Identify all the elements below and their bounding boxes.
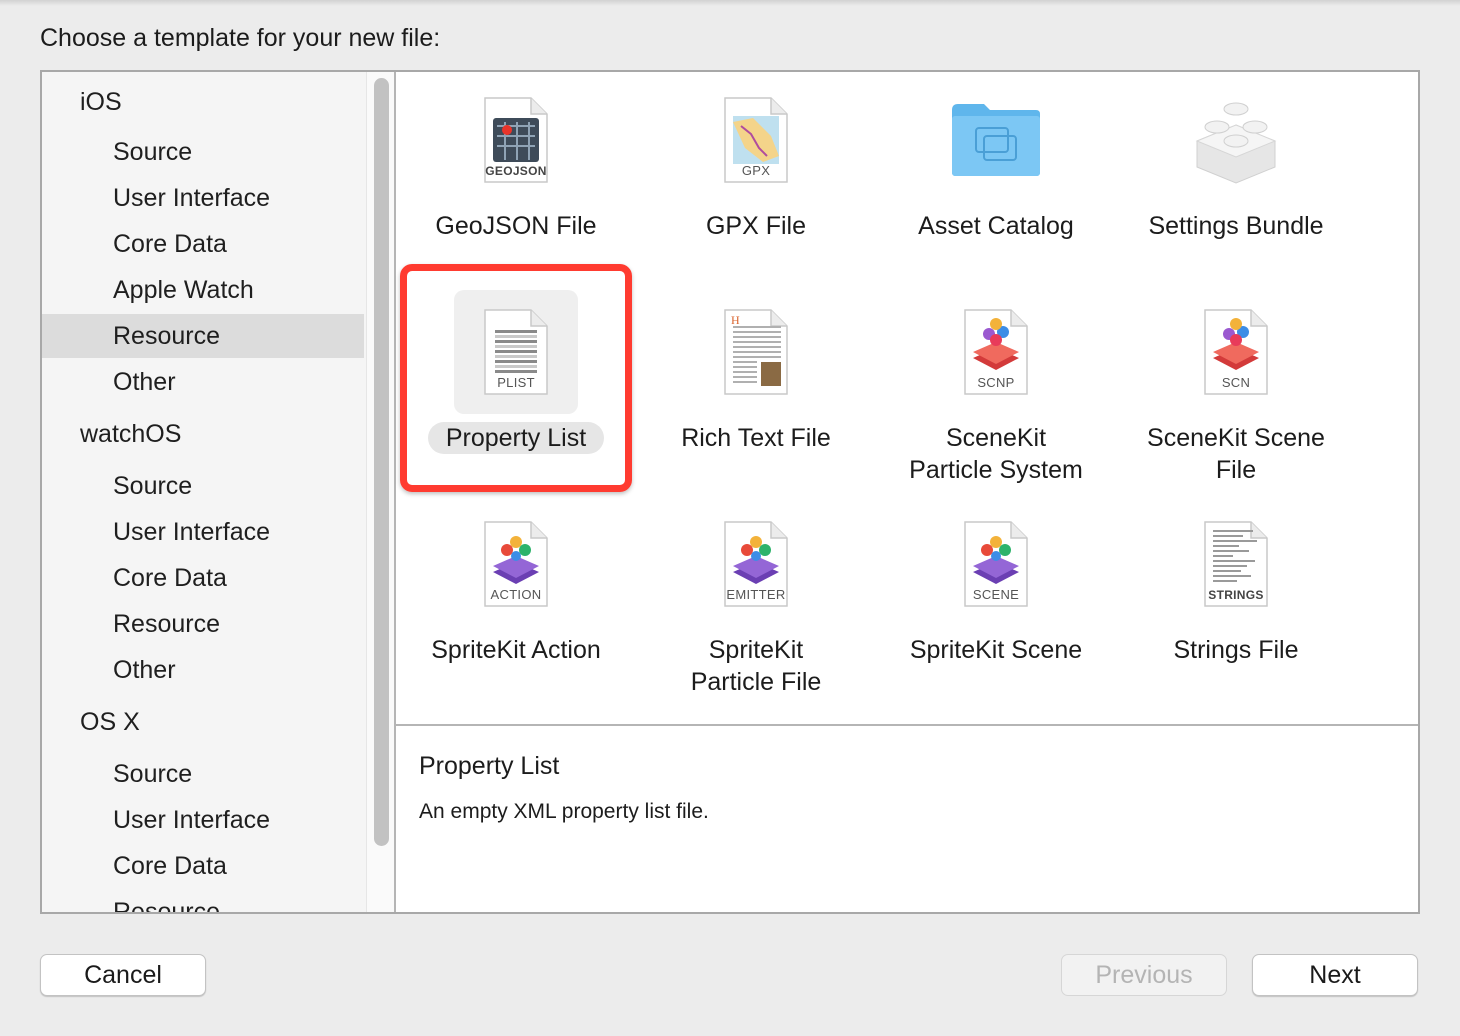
icon-caption: SCN	[1221, 375, 1251, 390]
sidebar-item-resource[interactable]: Resource	[42, 890, 364, 912]
sidebar-group-ios[interactable]: iOS	[42, 80, 364, 124]
template-label[interactable]: Strings File	[1116, 634, 1356, 666]
next-button[interactable]: Next	[1252, 954, 1418, 996]
sidebar-group-os-x[interactable]: OS X	[42, 700, 364, 744]
geojson-file-icon[interactable]: GEOJSON	[454, 78, 578, 202]
dialog-heading: Choose a template for your new file:	[40, 24, 441, 52]
sidebar-item-core-data[interactable]: Core Data	[42, 556, 364, 600]
strings-file-icon[interactable]: STRINGS	[1174, 502, 1298, 626]
template-label[interactable]: Rich Text File	[636, 422, 876, 454]
folder-icon[interactable]	[934, 78, 1058, 202]
template-chooser-frame: iOS Source User Interface Core Data Apple Wa…	[40, 70, 1420, 914]
template-description-panel: Property List An empty XML property list…	[396, 726, 1418, 912]
sidebar-item-core-data[interactable]: Core Data	[42, 222, 364, 266]
template-label[interactable]: Settings Bundle	[1116, 210, 1356, 242]
template-label[interactable]: SpriteKit Action	[396, 634, 636, 666]
sidebar-item-resource[interactable]: Resource	[42, 602, 364, 646]
emitter-file-icon[interactable]: EMITTER	[694, 502, 818, 626]
sidebar-item-resource[interactable]: Resource	[42, 314, 364, 358]
scene-file-icon[interactable]: SCENE	[934, 502, 1058, 626]
icon-caption: GEOJSON	[485, 164, 547, 178]
sidebar-item-source[interactable]: Source	[42, 464, 364, 508]
sidebar-item-user-interface[interactable]: User Interface	[42, 798, 364, 842]
scn-file-icon[interactable]: SCN	[1174, 290, 1298, 414]
rich-text-file-icon[interactable]: H	[694, 290, 818, 414]
sidebar-item-user-interface[interactable]: User Interface	[42, 176, 364, 220]
template-label[interactable]: SceneKit Scene File	[1116, 422, 1356, 486]
gpx-file-icon[interactable]: GPX	[694, 78, 818, 202]
icon-caption: GPX	[741, 163, 771, 178]
window-top-edge	[0, 0, 1460, 6]
icon-caption: ACTION	[490, 587, 542, 602]
previous-button[interactable]: Previous	[1061, 954, 1227, 996]
icon-caption: STRINGS	[1208, 588, 1264, 602]
sidebar-item-core-data[interactable]: Core Data	[42, 844, 364, 888]
sidebar-item-apple-watch[interactable]: Apple Watch	[42, 268, 364, 312]
platform-category-sidebar: iOS Source User Interface Core Data Apple Wa…	[42, 72, 366, 912]
svg-text:H: H	[731, 313, 740, 327]
action-file-icon[interactable]: ACTION	[454, 502, 578, 626]
sidebar-group-watchos[interactable]: watchOS	[42, 412, 364, 456]
template-label[interactable]: GeoJSON File	[396, 210, 636, 242]
sidebar-item-user-interface[interactable]: User Interface	[42, 510, 364, 554]
icon-caption: EMITTER	[726, 587, 786, 602]
sidebar-scroll-thumb[interactable]	[374, 78, 389, 846]
icon-caption: SCNP	[977, 375, 1015, 390]
template-label[interactable]: SceneKit Particle System	[876, 422, 1116, 486]
cancel-button[interactable]: Cancel	[40, 954, 206, 996]
sidebar-item-source[interactable]: Source	[42, 130, 364, 174]
template-label[interactable]: SpriteKit Scene	[876, 634, 1116, 666]
template-label[interactable]: SpriteKit Particle File	[636, 634, 876, 698]
template-label[interactable]: Asset Catalog	[876, 210, 1116, 242]
description-text: An empty XML property list file.	[419, 800, 709, 823]
scnp-file-icon[interactable]: SCNP	[934, 290, 1058, 414]
icon-caption: SCENE	[972, 587, 1020, 602]
sidebar-item-other[interactable]: Other	[42, 360, 364, 404]
lego-brick-icon[interactable]	[1174, 78, 1298, 202]
sidebar-item-source[interactable]: Source	[42, 752, 364, 796]
description-title: Property List	[419, 752, 560, 780]
sidebar-item-other[interactable]: Other	[42, 648, 364, 692]
template-label[interactable]: GPX File	[636, 210, 876, 242]
highlight-annotation-box	[400, 264, 632, 492]
sidebar-scrollbar[interactable]	[366, 72, 396, 912]
